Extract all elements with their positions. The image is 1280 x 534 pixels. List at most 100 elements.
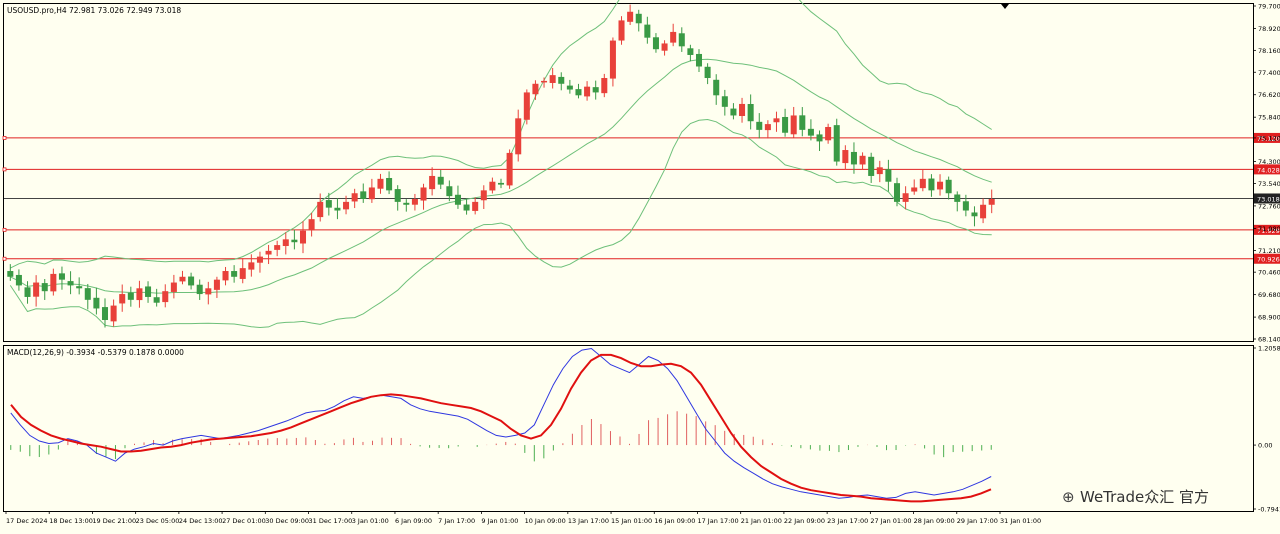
time-axis-label: 17 Jan 17:00 [697,517,738,525]
candle-body [627,11,634,22]
candle-body [721,96,728,107]
candle-body [506,152,513,186]
time-axis-label: 15 Jan 01:00 [611,517,652,525]
watermark-icon: ⊕ [1062,488,1075,506]
time-axis-label: 24 Dec 13:00 [179,517,223,525]
candle-body [635,13,642,24]
price-axis-label: 73.540 [1258,180,1280,188]
candle-body [515,118,522,155]
candle-body [868,156,875,176]
candle-body [902,193,909,202]
candle-body [76,286,83,289]
candle-body [652,37,659,50]
candle-body [291,239,298,243]
candle-body [386,177,393,191]
candle-body [411,199,418,205]
time-axis-label: 21 Jan 01:00 [741,517,782,525]
candle-body [136,288,143,301]
level-price-tag-text: 70.926 [1257,256,1280,264]
candle-body [988,199,995,205]
candle-body [248,262,255,270]
time-axis-label: 18 Dec 13:00 [49,517,93,525]
candle-body [84,288,91,300]
time-axis-label: 31 Dec 17:00 [309,517,353,525]
candle-body [687,48,694,55]
candle-body [162,291,169,303]
price-axis-label: 68.140 [1258,336,1280,344]
candle-body [282,239,289,247]
candle-body [41,283,48,292]
candle-body [222,271,229,281]
candle[interactable] [833,118,840,166]
candle-body [876,167,883,175]
candle-body [962,201,969,211]
time-axis-label: 29 Jan 17:00 [957,517,998,525]
time-axis-label: 10 Jan 09:00 [525,517,566,525]
time-axis-label: 6 Jan 09:00 [395,517,432,525]
candle[interactable] [618,16,625,45]
candle-body [317,201,324,218]
candle-body [429,175,436,190]
candle-body [446,186,453,197]
candle-body [368,187,375,200]
time-axis-label: 9 Jan 01:00 [481,517,518,525]
candle-body [704,66,711,79]
symbol-ohlc-header: USOUSD.pro,H4 72.981 73.026 72.949 73.01… [7,6,181,15]
candle-body [695,53,703,67]
time-axis-label: 16 Jan 09:00 [654,517,695,525]
candle-body [394,189,401,202]
level-anchor-handle[interactable] [2,136,7,140]
candle-body [299,230,307,244]
time-axis-label: 23 Dec 05:00 [136,517,180,525]
candle-body [437,176,444,185]
candle[interactable] [506,149,513,189]
candle-body [911,187,918,192]
candle-body [463,204,470,211]
candle-body [239,268,246,279]
candle-body [67,281,74,286]
candle-body [971,212,978,217]
candle-body [730,108,737,116]
level-anchor-handle[interactable] [2,256,7,261]
level-anchor-handle[interactable] [2,167,7,172]
candle-body [256,256,263,263]
price-axis-label: 71.210 [1258,247,1280,255]
candle-body [93,297,100,309]
candle-body [265,250,272,255]
watermark: ⊕ WeTrade众汇 官方 [1062,488,1209,506]
time-axis-label: 31 Jan 01:00 [1000,517,1041,525]
candle-body [566,85,573,90]
candle-body [15,274,22,286]
price-panel-frame [3,3,1254,342]
candle-body [609,40,616,79]
time-axis-label: 19 Dec 21:00 [92,517,136,525]
candle-body [670,31,677,43]
candle-body [523,92,530,120]
candle-body [661,43,668,51]
candle-body [213,279,220,290]
level-anchor-handle[interactable] [2,227,7,232]
candle-body [816,134,823,142]
price-axis-label: 70.460 [1258,269,1280,277]
candle-body [110,305,117,322]
time-axis-label: 28 Jan 09:00 [914,517,955,525]
candle-body [928,178,935,191]
candle-body [618,20,625,41]
candle-body [472,201,479,211]
candle-body [145,286,152,297]
chart-canvas[interactable]: 75.12074.02871.92970.92673.018 79.70078.… [0,0,1280,530]
macd-axis-label: 1.2058 [1258,345,1280,353]
candle[interactable] [523,89,530,125]
candle-body [850,151,857,165]
price-axis-label: 72.760 [1258,202,1280,210]
candle-body [308,219,315,231]
mt4-chart-window[interactable]: 75.120 74.028 71.929 70.926 73.018 79.700 78.… [0,0,1280,530]
watermark-text: WeTrade众汇 官方 [1080,488,1209,506]
price-axis-label: 79.700 [1258,3,1280,11]
time-axis-label: 22 Jan 09:00 [784,517,825,525]
candle-body [196,284,203,295]
candle-body [403,202,410,205]
macd-axis-label: 0.00 [1258,442,1272,450]
candle-body [205,288,212,295]
candle-body [50,273,57,292]
